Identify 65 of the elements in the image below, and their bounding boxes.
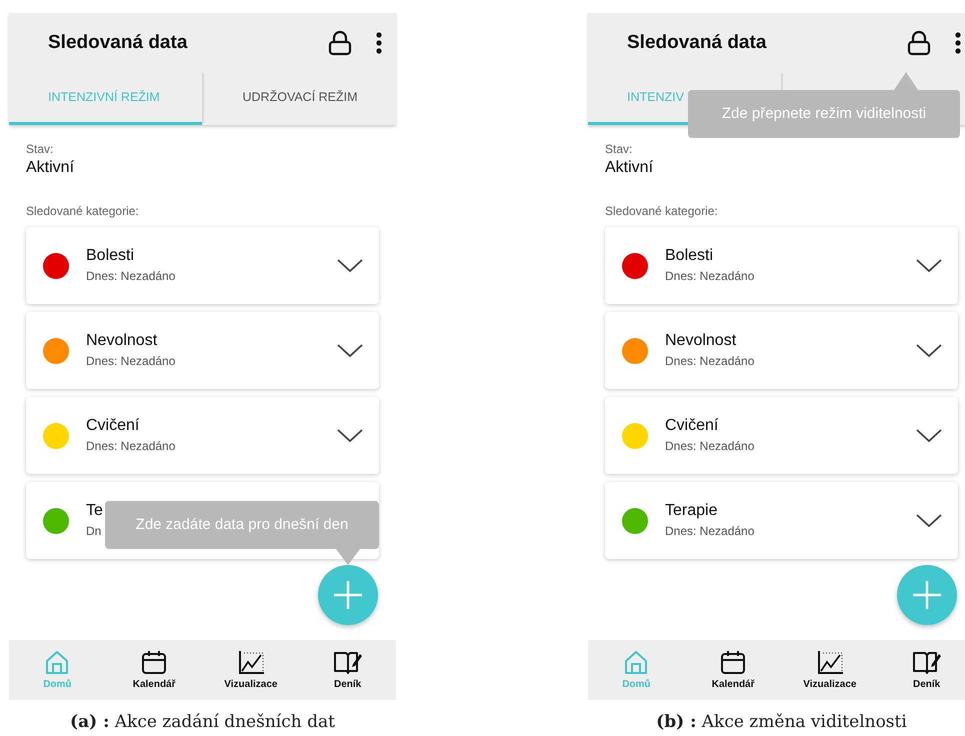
tooltip-pointer <box>336 549 360 565</box>
category-card[interactable]: Nevolnost Dnes: Nezadáno <box>605 312 958 390</box>
figure-caption: (a) : Akce zadání dnešních dat <box>70 711 335 734</box>
chevron-down-icon <box>916 258 942 273</box>
calendar-icon <box>720 648 746 674</box>
status-label: Stav: <box>26 143 54 156</box>
chevron-down-icon <box>337 428 363 443</box>
category-name: Bolesti <box>665 246 714 266</box>
category-card[interactable]: Cvičení Dnes: Nezadáno <box>605 397 958 474</box>
category-name: Nevolnost <box>665 331 736 352</box>
nav-item[interactable]: Deník <box>878 640 965 700</box>
home-icon <box>44 648 70 674</box>
chevron-down-icon <box>337 344 363 358</box>
status-label: Stav: <box>605 143 634 156</box>
category-name: Cvičení <box>86 416 140 436</box>
lock-icon <box>328 30 352 56</box>
line-chart-icon <box>816 648 844 674</box>
category-card[interactable]: Nevolnost Dnes: Nezadáno <box>26 312 379 390</box>
more-icon <box>955 30 961 55</box>
chevron-down-icon <box>337 258 363 273</box>
nav-item[interactable]: Deník <box>299 640 396 700</box>
screen-title: Sledovaná data <box>627 30 768 55</box>
nav-item[interactable]: Kalendář <box>684 640 782 700</box>
category-status: Dnes: Nezadáno <box>665 353 754 370</box>
category-status: Dnes: Nezadáno <box>86 268 176 286</box>
chevron-down-icon <box>916 514 942 528</box>
category-card[interactable]: Terapie Dnes: Nezadáno <box>605 482 958 560</box>
category-status: Dnes: Nezadáno <box>86 353 176 370</box>
more-button[interactable] <box>376 30 382 56</box>
nav-item[interactable]: Vizualizace <box>202 640 300 700</box>
plus-icon <box>912 580 942 610</box>
line-chart-icon <box>236 648 265 674</box>
category-status: Dnes: Nezadáno <box>665 523 754 540</box>
more-icon <box>376 30 382 55</box>
category-status: Dnes: Nezadáno <box>86 438 176 456</box>
category-card[interactable]: Bolesti Dnes: Nezadáno <box>605 227 958 304</box>
category-card[interactable]: Bolesti Dnes: Nezadáno <box>26 227 379 304</box>
lock-icon <box>907 30 931 56</box>
home-icon <box>623 648 650 674</box>
category-card[interactable]: Cvičení Dnes: Nezadáno <box>26 397 379 474</box>
figure-caption: (b) : Akce změna viditelnosti <box>656 711 907 734</box>
category-name: Terapie <box>665 501 718 522</box>
section-label: Sledované kategorie: <box>26 203 140 220</box>
category-status: Dnes: Nezadáno <box>665 438 754 456</box>
category-status: Dnes: Nezadáno <box>665 268 754 286</box>
more-button[interactable] <box>955 30 961 56</box>
calendar-icon <box>141 648 168 674</box>
chevron-down-icon <box>916 344 942 358</box>
lock-button[interactable] <box>907 30 931 56</box>
nav-item[interactable]: Vizualizace <box>782 640 878 700</box>
status-value: Aktivní <box>605 158 654 178</box>
status-value: Aktivní <box>26 158 76 178</box>
category-name: Nevolnost <box>86 331 158 352</box>
category-name: Bolesti <box>86 246 134 266</box>
tab[interactable]: UDRŽOVACÍ REŽIM <box>202 73 396 125</box>
category-name: Cvičení <box>665 416 718 436</box>
nav-item[interactable]: Kalendář <box>106 640 202 700</box>
lock-button[interactable] <box>328 30 352 56</box>
plus-icon <box>333 580 363 610</box>
category-name: Te <box>86 501 103 522</box>
tooltip-pointer <box>894 72 918 90</box>
section-label: Sledované kategorie: <box>605 203 719 220</box>
chevron-down-icon <box>916 428 942 443</box>
screen-title: Sledovaná data <box>48 30 188 55</box>
category-status: Dn <box>86 523 102 540</box>
